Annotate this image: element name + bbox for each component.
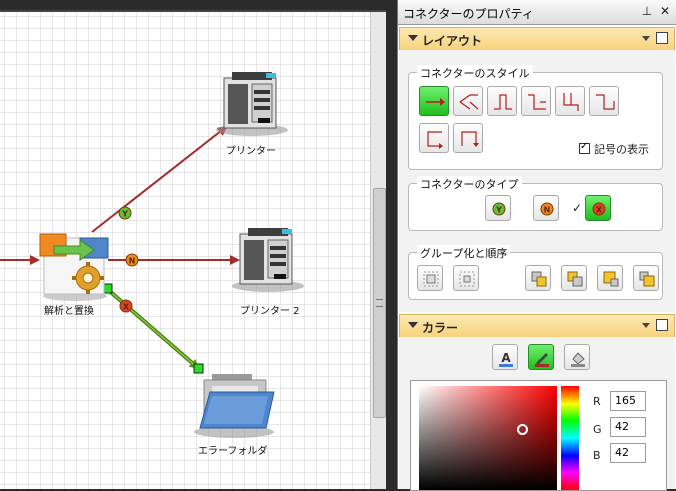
- printer-1-label: プリンター: [226, 146, 276, 157]
- popout-icon[interactable]: [656, 319, 668, 331]
- connector-style-group: コネクターのスタイル 記号の表示: [408, 65, 663, 170]
- fill-color-button[interactable]: [564, 344, 590, 370]
- svg-text:Y: Y: [121, 210, 128, 219]
- send-backward-button[interactable]: [597, 265, 623, 291]
- style-split-button[interactable]: [453, 86, 483, 116]
- ungroup-button[interactable]: [453, 265, 479, 291]
- panel-title-bar: コネクターのプロパティ ⊥ ✕: [398, 0, 676, 25]
- close-icon[interactable]: ✕: [658, 4, 672, 18]
- connector-type-group: コネクターのタイプ Y N ✓ X: [408, 176, 663, 231]
- printer-2-label: プリンター 2: [240, 306, 300, 317]
- b-label: B: [593, 449, 601, 462]
- style-loop-left-button[interactable]: [419, 123, 449, 153]
- dropdown-arrow-icon[interactable]: [642, 36, 650, 41]
- text-color-button[interactable]: A: [492, 344, 518, 370]
- pin-icon[interactable]: ⊥: [640, 4, 654, 18]
- g-input[interactable]: 42: [610, 417, 646, 437]
- g-label: G: [593, 423, 602, 436]
- bring-to-front-button[interactable]: [525, 265, 551, 291]
- layout-section-header[interactable]: レイアウト: [399, 27, 675, 51]
- connector-y-badge[interactable]: Y: [118, 206, 132, 220]
- saturation-value-area[interactable]: [419, 386, 557, 490]
- selected-checkmark-icon: ✓: [572, 201, 583, 215]
- grouping-order-group: グループ化と順序: [408, 245, 663, 300]
- style-orthogonal-button[interactable]: [487, 86, 517, 116]
- style-elbow-button[interactable]: [555, 86, 585, 116]
- parse-replace-icon[interactable]: [39, 233, 109, 301]
- color-section-header[interactable]: カラー: [399, 314, 675, 338]
- error-folder-label: エラーフォルダ: [198, 446, 268, 457]
- connector-type-title: コネクターのタイプ: [417, 176, 522, 192]
- color-cursor[interactable]: [517, 424, 528, 435]
- color-section-title: カラー: [422, 321, 459, 335]
- svg-text:N: N: [129, 257, 136, 266]
- hue-slider[interactable]: [561, 386, 579, 490]
- dropdown-arrow-icon[interactable]: [642, 323, 650, 328]
- collapse-icon[interactable]: [408, 322, 418, 328]
- splitter[interactable]: [386, 0, 397, 489]
- r-input[interactable]: 165: [610, 391, 646, 411]
- svg-text:N: N: [544, 206, 551, 215]
- panel-title: コネクターのプロパティ: [403, 7, 534, 21]
- group-button[interactable]: [417, 265, 443, 291]
- svg-text:X: X: [123, 303, 130, 312]
- svg-text:A: A: [501, 351, 511, 365]
- b-input[interactable]: 42: [610, 443, 646, 463]
- canvas-vertical-scrollbar[interactable]: [370, 12, 387, 489]
- bring-forward-button[interactable]: [561, 265, 587, 291]
- style-zigzag-button[interactable]: [589, 86, 619, 116]
- show-symbols-label: 記号の表示: [594, 143, 649, 156]
- line-color-button[interactable]: [528, 344, 554, 370]
- error-folder-icon[interactable]: [194, 374, 275, 438]
- type-n-button[interactable]: N: [533, 195, 559, 221]
- style-step-button[interactable]: [521, 86, 551, 116]
- type-y-button[interactable]: Y: [485, 195, 511, 221]
- canvas-grid: Y N X: [0, 0, 388, 489]
- popout-icon[interactable]: [656, 32, 668, 44]
- layout-section-title: レイアウト: [422, 34, 483, 48]
- style-straight-button[interactable]: [419, 86, 449, 116]
- selection-handle-end: [193, 363, 204, 374]
- show-symbols-checkbox[interactable]: [579, 141, 590, 154]
- workflow-canvas[interactable]: Y N X 解析と置換 プリンター プリンター 2 エラーフォルダ: [0, 0, 388, 489]
- svg-text:X: X: [596, 206, 603, 215]
- color-picker: R 165 G 42 B 42: [410, 380, 667, 491]
- r-label: R: [593, 395, 601, 408]
- connector-properties-panel: コネクターのプロパティ ⊥ ✕ レイアウト コネクターのスタイル ✓ 記号の表示…: [397, 0, 676, 491]
- connector-x-badge[interactable]: X: [119, 299, 133, 313]
- type-x-button[interactable]: X: [585, 195, 611, 221]
- send-to-back-button[interactable]: [633, 265, 659, 291]
- parse-replace-label: 解析と置換: [44, 306, 94, 317]
- scrollbar-thumb[interactable]: [373, 188, 386, 418]
- connector-n-badge[interactable]: N: [125, 253, 139, 267]
- connector-style-title: コネクターのスタイル: [417, 65, 533, 81]
- grouping-order-title: グループ化と順序: [417, 245, 511, 261]
- collapse-icon[interactable]: [408, 35, 418, 41]
- scrollbar-grip-icon: [376, 299, 383, 307]
- svg-text:Y: Y: [495, 206, 502, 215]
- style-loop-right-button[interactable]: [453, 123, 483, 153]
